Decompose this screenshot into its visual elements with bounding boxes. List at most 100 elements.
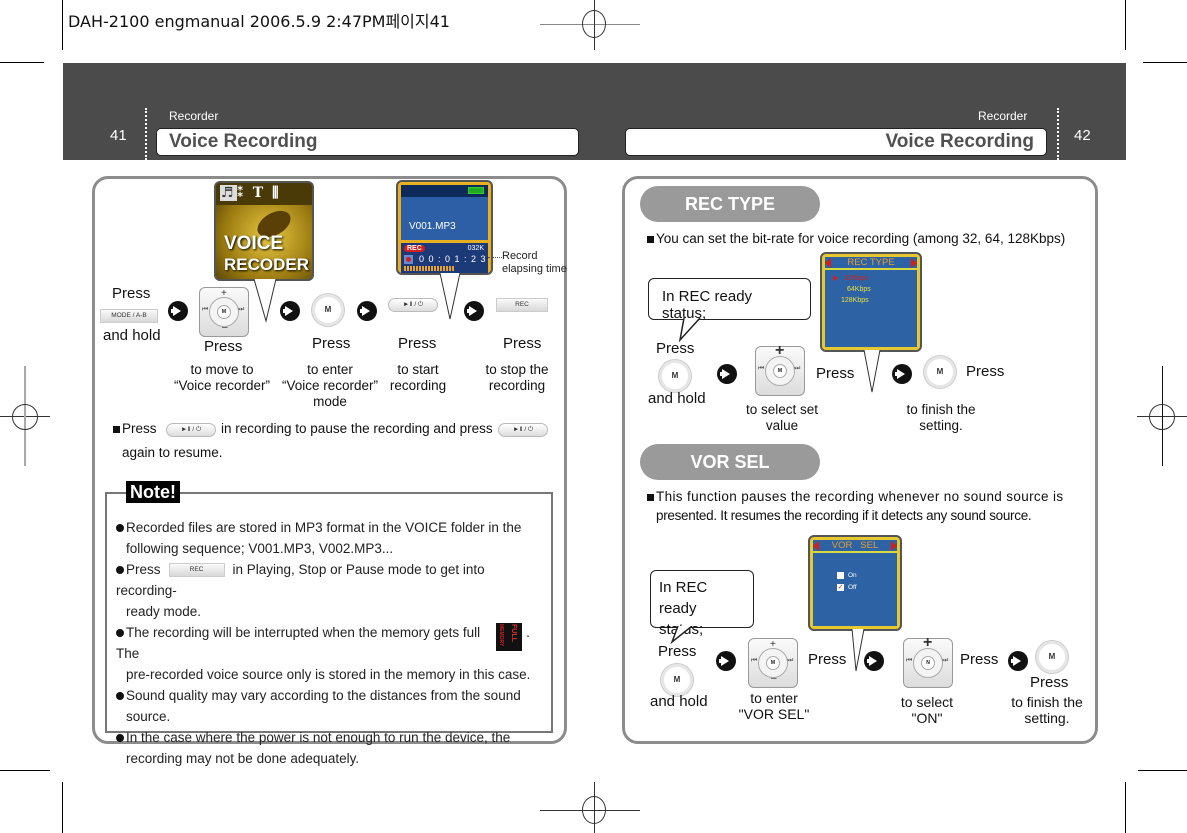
desc-line: to enter xyxy=(750,690,798,706)
vor-sel-intro-text: This function pauses the recording whene… xyxy=(656,489,1064,504)
rec-type-screen-title: REC TYPE xyxy=(825,257,917,270)
screen-title-text: VOR SEL xyxy=(831,540,879,551)
desc-line: to select xyxy=(900,694,954,710)
note-line: Sound quality may vary according to the … xyxy=(126,688,521,703)
option-on[interactable]: On xyxy=(837,570,857,582)
crop-mark xyxy=(1143,62,1187,63)
memory-full-icon-text: MEMORY xyxy=(498,624,505,647)
dpad-button[interactable]: +–⏮⏭ M xyxy=(199,287,249,337)
step-description: to finish the setting. xyxy=(1006,694,1088,726)
option-32kbps[interactable]: ▶ 32Kbps xyxy=(833,273,871,284)
bitrate-options: ▶ 32Kbps 64Kbps 128Kbps xyxy=(833,273,871,306)
option-off[interactable]: ✓ Off xyxy=(837,582,857,594)
step-after-label: and hold xyxy=(648,390,706,407)
arrow-right-icon xyxy=(1008,651,1028,671)
pause-note-press: Press xyxy=(122,421,157,436)
arrow-right-icon xyxy=(357,301,377,321)
m-button[interactable]: M xyxy=(924,356,956,388)
step-press-label: Press xyxy=(503,335,542,352)
step-press-label: Press xyxy=(966,363,1005,380)
desc-line: "ON" xyxy=(911,710,943,726)
desc-line: to stop the xyxy=(485,362,549,377)
option-128kbps[interactable]: 128Kbps xyxy=(833,295,871,306)
desc-line: “Voice recorder” xyxy=(173,378,271,393)
arrow-right-icon xyxy=(168,301,188,321)
page-number-left: 41 xyxy=(110,127,127,144)
tools-icon: ⫼ xyxy=(272,185,281,201)
crop-mark xyxy=(0,770,50,771)
callout-pointer xyxy=(863,350,881,393)
m-button[interactable]: M xyxy=(659,360,691,392)
play-pause-power-button[interactable]: ►Ⅱ / ⏻ xyxy=(166,423,216,437)
rec-button[interactable]: REC xyxy=(496,298,548,312)
crop-mark xyxy=(1125,0,1126,50)
registration-mark-icon xyxy=(12,404,38,430)
registration-mark-icon xyxy=(1149,404,1175,430)
section-label-left: Recorder xyxy=(169,109,219,123)
vor-sel-screen: VOR SEL On ✓ Off xyxy=(808,535,902,631)
dpad-button[interactable]: +–⏮⏭ M xyxy=(748,638,798,688)
step-description: to select "ON" xyxy=(884,694,970,726)
step-press-label: Press xyxy=(112,285,151,302)
bullet-icon xyxy=(113,425,120,433)
note-line: Recorded files are stored in MP3 format … xyxy=(126,520,522,535)
bubble-line: In REC ready xyxy=(659,579,708,617)
step-description: to stop the recording xyxy=(476,362,558,394)
step-press-label: Press xyxy=(816,365,855,382)
step-description: to move to “Voice recorder” xyxy=(162,362,282,394)
voice-label: VOICE xyxy=(224,233,284,254)
desc-line: to finish the xyxy=(906,402,976,417)
selection-pointer-icon: ▶ xyxy=(833,275,839,282)
pause-note: Press xyxy=(113,421,157,436)
step-description: to finish the setting. xyxy=(896,402,986,434)
m-button[interactable]: M xyxy=(1036,641,1068,673)
option-label: 32Kbps xyxy=(844,275,869,282)
speech-bubble: In REC ready status; xyxy=(648,278,811,322)
step-after-label: and hold xyxy=(650,693,708,710)
bitrate: 032K xyxy=(467,245,484,252)
section-label-right: Recorder xyxy=(978,109,1028,123)
m-button[interactable]: M xyxy=(312,294,344,326)
bullet-icon xyxy=(647,235,654,243)
note-line: Press xyxy=(126,562,161,577)
note-line: The recording will be interrupted when t… xyxy=(126,625,481,640)
record-label-line: Record xyxy=(502,250,538,262)
print-slug: DAH-2100 engmanual 2006.5.9 2:47PM페이지41 xyxy=(68,12,450,31)
note-item: Sound quality may vary according to the … xyxy=(116,685,548,706)
bullet-icon xyxy=(116,734,124,743)
note-line: recording may not be done adequately. xyxy=(126,751,360,766)
dpad-button[interactable]: +–⏮⏭ M xyxy=(755,342,805,396)
crop-mark xyxy=(1138,770,1187,771)
m-button[interactable]: M xyxy=(661,664,693,696)
registration-mark-icon xyxy=(582,10,606,38)
mode-ab-button[interactable]: MODE / A-B xyxy=(100,309,158,323)
note-item: Recorded files are stored in MP3 format … xyxy=(116,517,548,538)
crop-mark xyxy=(0,62,44,63)
desc-line: "VOR SEL" xyxy=(738,706,810,722)
callout-pointer xyxy=(253,279,277,323)
arrow-right-icon xyxy=(717,364,737,384)
vor-sel-intro-line2: presented. It resumes the recording if i… xyxy=(656,508,1032,523)
option-64kbps[interactable]: 64Kbps xyxy=(833,284,871,295)
bullet-icon xyxy=(116,629,124,638)
rec-button[interactable]: REC xyxy=(168,563,225,578)
record-label: Record elapsing time xyxy=(502,250,567,276)
callout-pointer xyxy=(439,273,461,320)
option-label: Off xyxy=(848,584,857,591)
desc-line: to move to xyxy=(190,362,254,377)
rec-type-screen: REC TYPE ▶ 32Kbps 64Kbps 128Kbps xyxy=(820,252,922,352)
play-pause-power-button[interactable]: ►Ⅱ / ⏻ xyxy=(498,423,548,437)
desc-line: to start xyxy=(397,362,439,377)
recoder-label: RECODER xyxy=(224,255,310,274)
arrow-right-icon xyxy=(716,651,736,671)
voice-recorder-screen: ♬⁑ T ⫼ VOICE RECODER xyxy=(214,181,314,281)
elapsed-time: 0 0 : 0 1 : 2 3 xyxy=(419,254,487,264)
note-label: Note! xyxy=(126,481,180,503)
step-description: to start recording xyxy=(378,362,458,394)
rec-type-intro-text: You can set the bit-rate for voice recor… xyxy=(656,231,1066,246)
note-line: source. xyxy=(126,709,171,724)
play-pause-power-button[interactable]: ►Ⅱ / ⏻ xyxy=(388,298,438,312)
text-icon: T xyxy=(252,185,266,201)
dpad-button[interactable]: +–⏮⏭ N xyxy=(903,634,953,688)
vor-sel-intro: This function pauses the recording whene… xyxy=(647,489,1083,504)
